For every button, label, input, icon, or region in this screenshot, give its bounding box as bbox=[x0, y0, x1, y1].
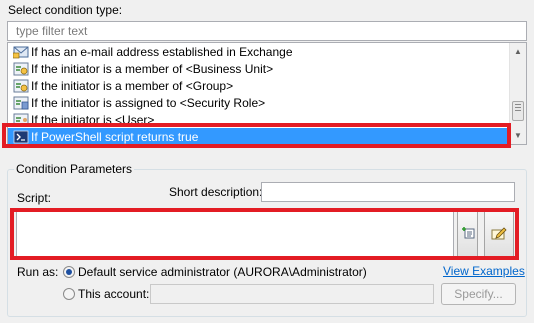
list-scrollbar[interactable]: ▲ ▼ bbox=[509, 43, 526, 144]
insert-script-button[interactable] bbox=[457, 210, 478, 258]
list-item-group[interactable]: If the initiator is a member of <Group> bbox=[8, 77, 508, 94]
specify-button: Specify... bbox=[441, 283, 516, 305]
script-label: Script: bbox=[17, 191, 52, 205]
condition-type-list[interactable]: If has an e-mail address established in … bbox=[7, 42, 527, 145]
list-item-exchange[interactable]: If has an e-mail address established in … bbox=[8, 43, 508, 60]
this-account-label[interactable]: This account: bbox=[78, 287, 149, 301]
short-description-input[interactable] bbox=[261, 182, 515, 202]
scroll-thumb[interactable] bbox=[512, 101, 524, 121]
member-condition-icon bbox=[13, 62, 29, 76]
exchange-condition-icon bbox=[12, 45, 29, 59]
edit-pencil-icon bbox=[491, 226, 507, 243]
user-condition-icon bbox=[13, 113, 29, 127]
this-account-radio[interactable] bbox=[63, 288, 75, 300]
list-item-powershell[interactable]: If PowerShell script returns true bbox=[8, 128, 508, 144]
list-item-label: If has an e-mail address established in … bbox=[31, 44, 293, 59]
list-item-business-unit[interactable]: If the initiator is a member of <Busines… bbox=[8, 60, 508, 77]
list-item-label: If PowerShell script returns true bbox=[31, 130, 199, 144]
run-as-label: Run as: bbox=[17, 265, 59, 279]
list-item-label: If the initiator is a member of <Group> bbox=[31, 78, 234, 93]
view-examples-link[interactable]: View Examples bbox=[443, 264, 525, 278]
edit-script-button[interactable] bbox=[484, 210, 514, 258]
default-admin-radio[interactable] bbox=[63, 266, 75, 278]
list-item-security-role[interactable]: If the initiator is assigned to <Securit… bbox=[8, 94, 508, 111]
list-item-label: If the initiator is a member of <Busines… bbox=[31, 61, 274, 76]
member-condition-icon bbox=[13, 79, 29, 93]
list-item-label: If the initiator is assigned to <Securit… bbox=[31, 95, 266, 110]
script-editor[interactable] bbox=[16, 210, 454, 258]
account-input bbox=[150, 284, 434, 304]
powershell-icon bbox=[13, 130, 29, 144]
list-item-label: If the initiator is <User> bbox=[31, 112, 155, 127]
list-item-user[interactable]: If the initiator is <User> bbox=[8, 111, 508, 128]
condition-type-label: Select condition type: bbox=[8, 3, 123, 17]
role-condition-icon bbox=[13, 96, 29, 110]
scroll-up-arrow-icon[interactable]: ▲ bbox=[510, 43, 526, 60]
condition-parameters-title: Condition Parameters bbox=[14, 162, 135, 176]
default-admin-label[interactable]: Default service administrator (AURORA\Ad… bbox=[78, 265, 367, 279]
short-description-label: Short description: bbox=[169, 185, 263, 199]
filter-input[interactable] bbox=[7, 21, 527, 41]
insert-template-icon bbox=[461, 226, 475, 243]
scroll-down-arrow-icon[interactable]: ▼ bbox=[510, 127, 526, 144]
